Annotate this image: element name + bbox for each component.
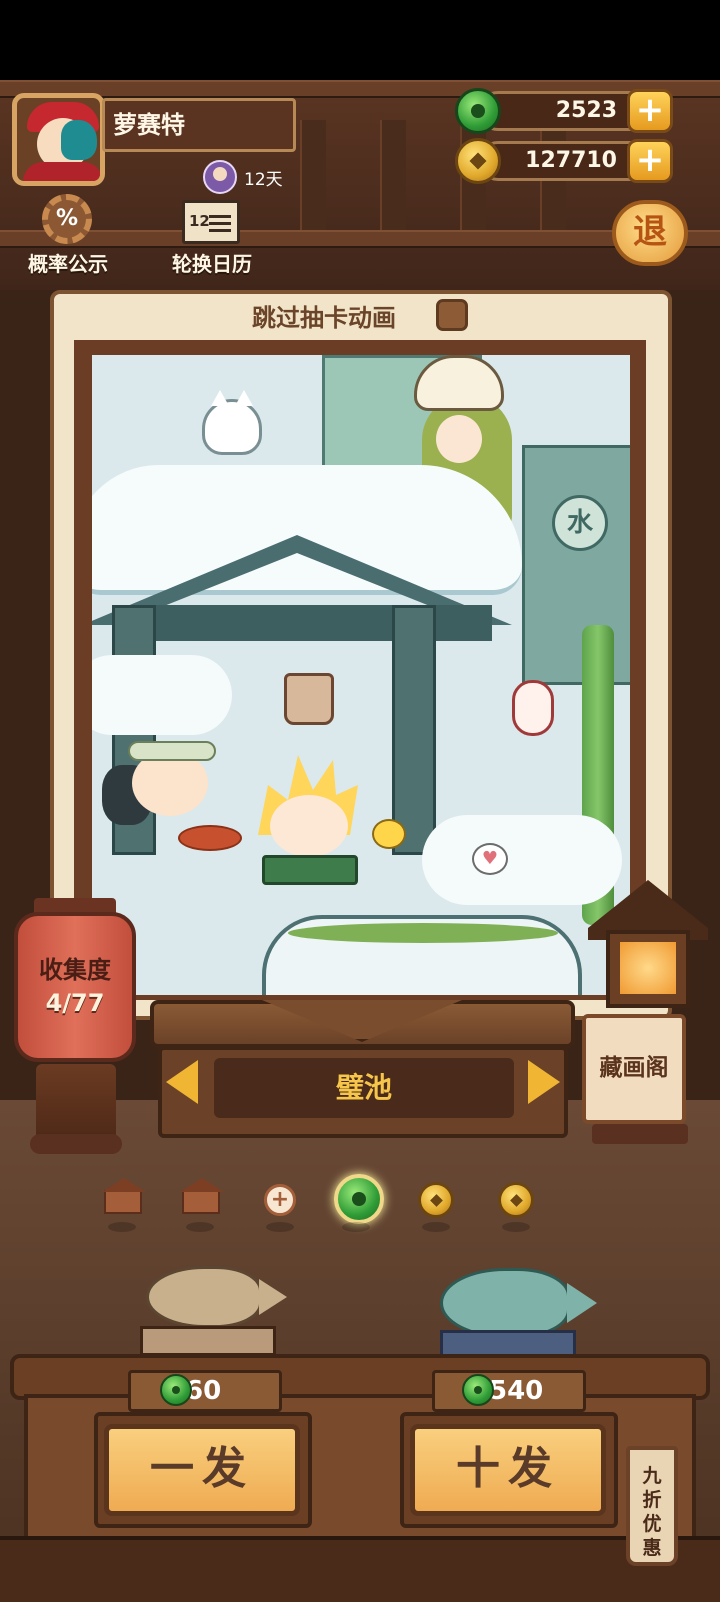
- exit-button[interactable]: 退: [612, 200, 688, 266]
- fish-figure-ten: [440, 1268, 597, 1338]
- teapot-illustration: [414, 355, 504, 411]
- coin-icon: [498, 1182, 534, 1218]
- probability-label: 概率公示: [28, 252, 108, 276]
- rotation-calendar-label: 轮换日历: [172, 252, 252, 276]
- calendar-icon: 12: [182, 200, 240, 244]
- discount-tag[interactable]: 九折优惠: [626, 1446, 678, 1566]
- page-tab-plus[interactable]: +: [260, 1180, 300, 1232]
- page-tab-house-2[interactable]: [180, 1178, 224, 1232]
- player-avatar[interactable]: [12, 93, 105, 186]
- jade-icon: [455, 88, 501, 134]
- jade-icon: [462, 1374, 494, 1406]
- single-draw-button[interactable]: 一发: [104, 1424, 300, 1516]
- heart-bubble-icon: ♥: [472, 843, 508, 875]
- collection-value: 4/77: [45, 989, 105, 1017]
- prev-banner-arrow-icon[interactable]: [162, 1056, 202, 1112]
- house-icon: [102, 1178, 146, 1214]
- house-icon: [180, 1178, 224, 1214]
- jade-icon: [334, 1174, 384, 1224]
- heart-tag-illustration: [284, 673, 334, 725]
- skip-animation-label: 跳过抽卡动画: [252, 304, 396, 332]
- vip-avatar-icon: [203, 160, 237, 194]
- page-tab-jade-active[interactable]: [334, 1174, 384, 1232]
- gallery-button[interactable]: 藏画阁: [582, 1014, 686, 1124]
- skip-animation-checkbox[interactable]: [436, 299, 468, 331]
- cat-illustration: [202, 390, 262, 455]
- fish-figure-single: [146, 1266, 287, 1328]
- lantern-icon: [606, 930, 690, 1008]
- page-tab-coin-1[interactable]: [416, 1180, 456, 1232]
- banner-name: 璧池: [335, 1071, 392, 1104]
- vip-days: 12天: [244, 170, 283, 190]
- coin-icon: [418, 1182, 454, 1218]
- ten-draw-button[interactable]: 十发: [410, 1424, 606, 1516]
- ten-draw-price: 540: [432, 1370, 586, 1412]
- add-jade-button[interactable]: +: [627, 89, 673, 133]
- collection-label: 收集度: [39, 956, 111, 984]
- collection-progress[interactable]: 收集度 4/77: [14, 912, 136, 1062]
- probability-button[interactable]: % 概率公示: [20, 190, 116, 282]
- coin-icon: [455, 138, 501, 184]
- plus-icon: +: [264, 1184, 296, 1216]
- jade-icon: [160, 1374, 192, 1406]
- single-draw-price: 60: [128, 1370, 282, 1412]
- page-tab-coin-2[interactable]: [496, 1180, 536, 1232]
- player-name: 萝赛特: [102, 98, 296, 152]
- status-bar: [0, 0, 720, 80]
- page-tab-house-1[interactable]: [102, 1178, 146, 1232]
- percent-gear-icon: %: [42, 194, 92, 244]
- water-sign: 水: [552, 495, 608, 551]
- banner-artwork: 水 ♥: [92, 355, 630, 995]
- next-banner-arrow-icon[interactable]: [524, 1056, 564, 1112]
- discount-label: 九折优惠: [642, 1465, 662, 1559]
- add-coins-button[interactable]: +: [627, 139, 673, 183]
- rotation-calendar-button[interactable]: 12 轮换日历: [160, 190, 264, 282]
